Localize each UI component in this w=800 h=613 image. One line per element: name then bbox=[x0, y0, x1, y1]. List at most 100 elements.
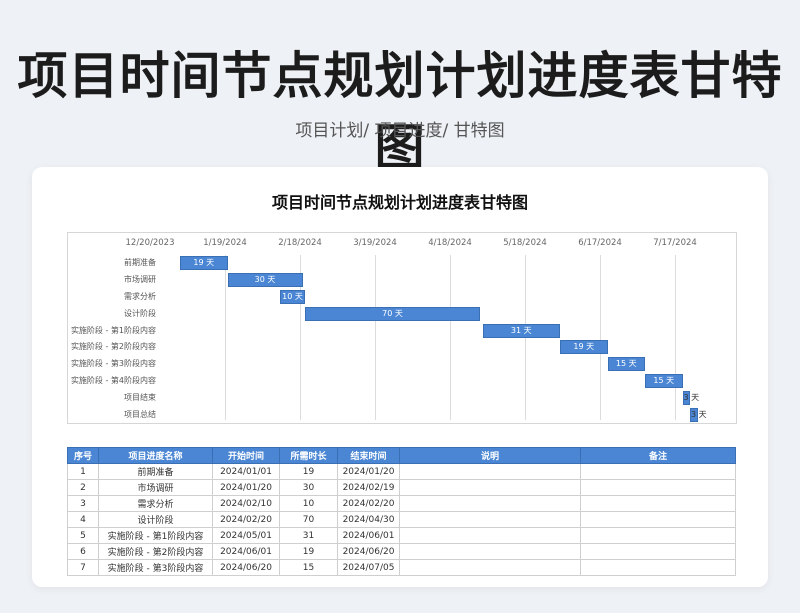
table-cell: 7 bbox=[67, 559, 99, 576]
table-cell: 2024/06/01 bbox=[212, 543, 280, 560]
table-cell bbox=[399, 559, 581, 576]
table-cell: 2024/07/05 bbox=[337, 559, 400, 576]
grid-line bbox=[375, 255, 376, 420]
table-header-row: 序号 项目进度名称 开始时间 所需时长 结束时间 说明 备注 bbox=[67, 447, 736, 464]
axis-tick-label: 12/20/2023 bbox=[125, 238, 175, 248]
table-row: 5 实施阶段 - 第1阶段内容 2024/05/01 31 2024/06/01 bbox=[67, 527, 736, 544]
table-cell bbox=[580, 527, 736, 544]
gantt-bar: 15 天 bbox=[645, 374, 683, 388]
task-label: 实施阶段 - 第1阶段内容 bbox=[70, 325, 156, 335]
table-cell: 19 bbox=[279, 463, 338, 480]
table-header-cell: 序号 bbox=[67, 447, 99, 464]
gantt-bar: 3 天 bbox=[690, 407, 707, 422]
table-cell: 需求分析 bbox=[98, 495, 213, 512]
table-cell: 市场调研 bbox=[98, 479, 213, 496]
grid-line bbox=[450, 255, 451, 420]
table-cell bbox=[399, 543, 581, 560]
table-cell: 2024/06/20 bbox=[337, 543, 400, 560]
gantt-chart: 12/20/2023 1/19/2024 2/18/2024 3/19/2024 4/1… bbox=[67, 232, 737, 424]
table-row: 1 前期准备 2024/01/01 19 2024/01/20 bbox=[67, 463, 736, 480]
gantt-bar: 70 天 bbox=[305, 306, 480, 321]
gantt-bar: 19 天 bbox=[560, 340, 608, 355]
table-row: 6 实施阶段 - 第2阶段内容 2024/06/01 19 2024/06/20 bbox=[67, 543, 736, 560]
table-cell bbox=[580, 559, 736, 576]
grid-line bbox=[675, 255, 676, 420]
table-cell: 31 bbox=[279, 527, 338, 544]
task-label: 项目总结 bbox=[124, 409, 156, 419]
table-cell bbox=[399, 495, 581, 512]
table-cell: 6 bbox=[67, 543, 99, 560]
table-header-cell: 说明 bbox=[399, 447, 581, 464]
gantt-bar: 31 天 bbox=[482, 323, 560, 338]
table-cell: 70 bbox=[279, 511, 338, 528]
task-label: 实施阶段 - 第2阶段内容 bbox=[70, 342, 156, 352]
task-label: 市场调研 bbox=[124, 275, 156, 285]
gantt-bar: 30 天 bbox=[227, 273, 303, 288]
task-table: 序号 项目进度名称 开始时间 所需时长 结束时间 说明 备注 1 前期准备 2024/01/01… bbox=[67, 447, 736, 576]
table-cell: 2024/01/01 bbox=[212, 463, 280, 480]
sheet-title: 项目时间节点规划计划进度表甘特图 bbox=[271, 193, 528, 212]
table-cell: 4 bbox=[67, 511, 99, 528]
task-label: 设计阶段 bbox=[124, 308, 156, 318]
table-cell: 2024/04/30 bbox=[337, 511, 400, 528]
axis-tick-label: 1/19/2024 bbox=[203, 238, 247, 248]
table-cell: 实施阶段 - 第1阶段内容 bbox=[98, 527, 213, 544]
table-cell: 实施阶段 - 第2阶段内容 bbox=[98, 543, 213, 560]
table-cell bbox=[399, 511, 581, 528]
task-label: 项目结束 bbox=[124, 392, 156, 402]
table-header-cell: 项目进度名称 bbox=[98, 447, 213, 464]
table-cell: 实施阶段 - 第3阶段内容 bbox=[98, 559, 213, 576]
table-cell: 19 bbox=[279, 543, 338, 560]
table-cell: 2024/06/20 bbox=[212, 559, 280, 576]
table-cell bbox=[399, 479, 581, 496]
table-header-cell: 所需时长 bbox=[279, 447, 338, 464]
table-row: 7 实施阶段 - 第3阶段内容 2024/06/20 15 2024/07/05 bbox=[67, 559, 736, 576]
breadcrumb[interactable]: 项目计划/ 项目进度/ 甘特图 bbox=[0, 116, 800, 141]
task-label: 实施阶段 - 第4阶段内容 bbox=[70, 376, 156, 385]
table-cell: 2024/02/20 bbox=[337, 495, 400, 512]
table-cell: 3 bbox=[67, 495, 99, 512]
axis-tick-label: 7/17/2024 bbox=[653, 238, 697, 248]
table-row: 3 需求分析 2024/02/10 10 2024/02/20 bbox=[67, 495, 736, 512]
table-row: 2 市场调研 2024/01/20 30 2024/02/19 bbox=[67, 479, 736, 496]
spreadsheet-card: 项目时间节点规划计划进度表甘特图 12/20/2023 1/19/2024 2/18… bbox=[32, 167, 768, 587]
table-cell bbox=[580, 543, 736, 560]
table-cell: 30 bbox=[279, 479, 338, 496]
axis-tick-label: 6/17/2024 bbox=[578, 238, 622, 248]
table-cell: 5 bbox=[67, 527, 99, 544]
table-cell bbox=[580, 495, 736, 512]
table-header-cell: 开始时间 bbox=[212, 447, 280, 464]
table-cell: 2024/02/19 bbox=[337, 479, 400, 496]
table-cell: 2024/06/01 bbox=[337, 527, 400, 544]
axis-tick-label: 3/19/2024 bbox=[353, 238, 397, 248]
gantt-bar: 3 天 bbox=[682, 390, 699, 405]
table-cell: 1 bbox=[67, 463, 99, 480]
task-label: 前期准备 bbox=[124, 258, 156, 268]
table-cell: 2024/02/20 bbox=[212, 511, 280, 528]
table-cell: 2 bbox=[67, 479, 99, 496]
axis-tick-label: 2/18/2024 bbox=[278, 238, 322, 248]
gantt-bar: 10 天 bbox=[280, 290, 305, 304]
gantt-bar: 15 天 bbox=[607, 357, 645, 372]
table-cell bbox=[399, 527, 581, 544]
table-row: 4 设计阶段 2024/02/20 70 2024/04/30 bbox=[67, 511, 736, 528]
table-cell bbox=[580, 463, 736, 480]
task-label: 实施阶段 - 第3阶段内容 bbox=[70, 359, 156, 369]
table-cell: 2024/01/20 bbox=[337, 463, 400, 480]
grid-line bbox=[225, 255, 226, 420]
axis-tick-label: 4/18/2024 bbox=[428, 238, 472, 248]
table-cell: 10 bbox=[279, 495, 338, 512]
table-cell: 前期准备 bbox=[98, 463, 213, 480]
table-cell: 2024/01/20 bbox=[212, 479, 280, 496]
gantt-bar: 19 天 bbox=[180, 256, 228, 271]
table-header-cell: 备注 bbox=[580, 447, 736, 464]
table-cell: 15 bbox=[279, 559, 338, 576]
table-cell: 2024/02/10 bbox=[212, 495, 280, 512]
table-cell bbox=[580, 479, 736, 496]
grid-line bbox=[600, 255, 601, 420]
table-header-cell: 结束时间 bbox=[337, 447, 400, 464]
table-cell bbox=[399, 463, 581, 480]
table-cell: 设计阶段 bbox=[98, 511, 213, 528]
page-title: 项目时间节点规划计划进度表甘特图 bbox=[17, 47, 783, 177]
task-label: 需求分析 bbox=[124, 292, 156, 301]
